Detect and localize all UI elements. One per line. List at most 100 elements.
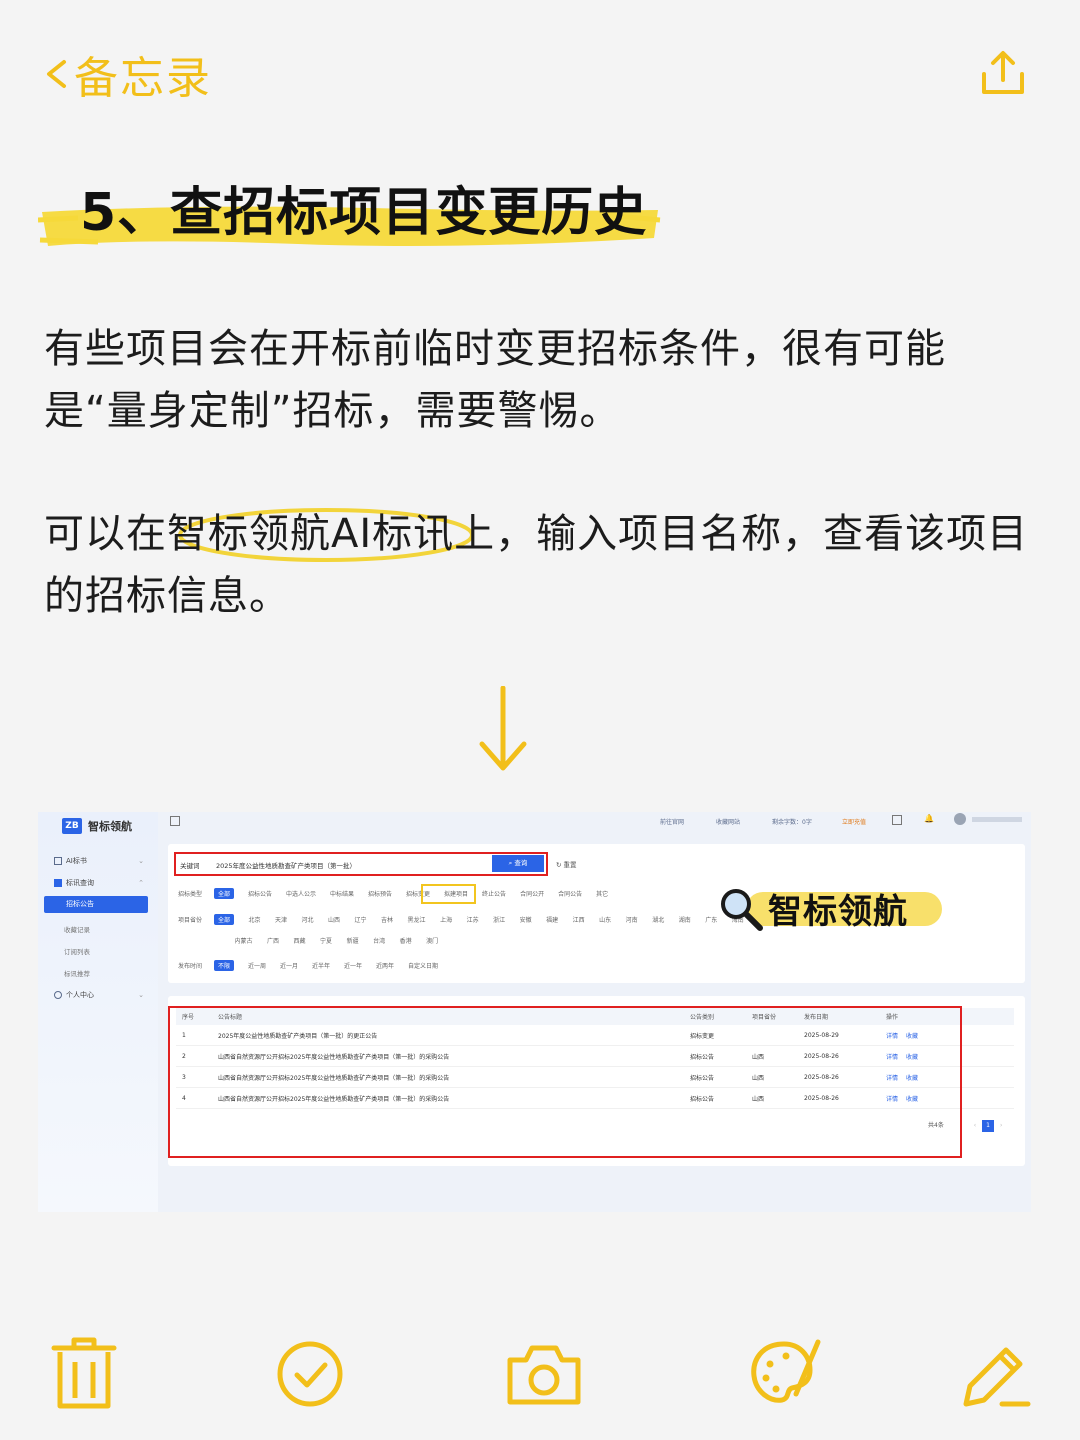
search-highlight-box: 关键词 2025年度公益性地质勘查矿产类项目（第一批） ⌕ 查询 bbox=[174, 852, 548, 876]
app-screenshot: ZB 智标领航 AI标书 ⌄ 标讯查询 ⌃ 招标公告 收藏记录 订阅列表 标讯推荐 … bbox=[38, 812, 1031, 1212]
time-option[interactable]: 不限 bbox=[213, 960, 234, 971]
chevron-left-icon bbox=[47, 60, 66, 88]
province-option[interactable]: 吉林 bbox=[381, 917, 393, 924]
check-circle-icon[interactable] bbox=[272, 1336, 348, 1412]
type-option[interactable]: 中选人公示 bbox=[286, 891, 316, 898]
change-filter-highlight bbox=[421, 884, 476, 904]
main-panel: 前往官网 收藏网站 剩余字数：0字 立即充值 🔔 关键词 2025年度公益性地质… bbox=[158, 812, 1031, 1212]
user-icon bbox=[54, 991, 62, 999]
magnifier-icon bbox=[721, 889, 763, 931]
keyword-label: 关键词 bbox=[180, 862, 200, 870]
time-option[interactable]: 近一月 bbox=[280, 963, 298, 970]
time-option[interactable]: 近两年 bbox=[376, 963, 394, 970]
results-highlight-box bbox=[168, 1006, 962, 1158]
sidebar-sub-recommend[interactable]: 标讯推荐 bbox=[64, 968, 90, 978]
province-option[interactable]: 上海 bbox=[440, 917, 452, 924]
sidebar-item-profile[interactable]: 个人中心 ⌄ bbox=[54, 990, 144, 1000]
back-button[interactable]: 备忘录 bbox=[44, 42, 212, 106]
recharge-link[interactable]: 立即充值 bbox=[842, 817, 866, 826]
palette-icon[interactable] bbox=[746, 1336, 822, 1412]
province-option[interactable]: 湖南 bbox=[679, 917, 691, 924]
brand-text: 智标领航 bbox=[768, 891, 908, 932]
logo-mark: ZB bbox=[62, 818, 82, 834]
arrow-down-icon bbox=[479, 686, 527, 771]
province-option[interactable]: 山西 bbox=[328, 917, 340, 924]
province-option[interactable]: 河北 bbox=[301, 917, 313, 924]
province-option[interactable]: 江苏 bbox=[467, 917, 479, 924]
compose-icon[interactable] bbox=[958, 1336, 1034, 1412]
province-option[interactable]: 辽宁 bbox=[355, 917, 367, 924]
province-option[interactable]: 新疆 bbox=[347, 938, 359, 945]
trash-icon[interactable] bbox=[46, 1336, 122, 1412]
paragraph-2: 可以在智标领航AI标讯上，输入项目名称，查看该项目的招标信息。 bbox=[44, 511, 1029, 619]
province-option[interactable]: 福建 bbox=[546, 917, 558, 924]
province-option[interactable]: 北京 bbox=[248, 917, 260, 924]
time-options: 不限 近一周 近一月 近半年 近一年 近两年 自定义日期 bbox=[204, 960, 438, 971]
type-option[interactable]: 全部 bbox=[213, 888, 234, 899]
type-options: 全部 招标公告 中选人公示 中标结果 招标预告 招标变更 拟建项目 终止公告 合同公开 合同公告其… bbox=[204, 888, 608, 899]
sidebar: ZB 智标领航 AI标书 ⌄ 标讯查询 ⌃ 招标公告 收藏记录 订阅列表 标讯推荐 … bbox=[38, 812, 158, 1212]
province-option[interactable]: 河南 bbox=[626, 917, 638, 924]
bell-icon[interactable]: 🔔 bbox=[924, 814, 934, 823]
province-option[interactable]: 安徽 bbox=[520, 917, 532, 924]
link-bookmark[interactable]: 收藏网站 bbox=[716, 817, 740, 826]
doc-icon bbox=[54, 857, 62, 865]
province-option[interactable]: 广西 bbox=[267, 938, 279, 945]
sidebar-item-ai-doc[interactable]: AI标书 ⌄ bbox=[54, 856, 144, 866]
province-option[interactable]: 山东 bbox=[599, 917, 611, 924]
search-input[interactable]: 2025年度公益性地质勘查矿产类项目（第一批） bbox=[216, 860, 356, 870]
search-button[interactable]: ⌕ 查询 bbox=[492, 855, 544, 872]
type-option[interactable]: 招标公告 bbox=[248, 891, 272, 898]
province-option[interactable]: 香港 bbox=[400, 938, 412, 945]
province-filter-row-2: 内蒙古 广西 西藏 宁夏 新疆 台湾 香港 澳门 bbox=[220, 936, 439, 945]
province-option[interactable]: 湖北 bbox=[652, 917, 664, 924]
province-option[interactable]: 江西 bbox=[573, 917, 585, 924]
chevron-down-icon: ⌄ bbox=[138, 857, 144, 865]
time-option[interactable]: 近一年 bbox=[344, 963, 362, 970]
page-title: 5、查招标项目变更历史 bbox=[80, 183, 648, 243]
heading-block: 5、查招标项目变更历史 bbox=[38, 160, 663, 270]
time-option[interactable]: 近一周 bbox=[248, 963, 266, 970]
sidebar-item-search[interactable]: 标讯查询 ⌃ bbox=[54, 878, 144, 888]
filter-card: 关键词 2025年度公益性地质勘查矿产类项目（第一批） ⌕ 查询 ↻ 重置 招标… bbox=[168, 844, 1025, 983]
camera-icon[interactable] bbox=[506, 1336, 582, 1412]
sidebar-sub-subscriptions[interactable]: 订阅列表 bbox=[64, 946, 90, 956]
paragraph-1: 有些项目会在开标前临时变更招标条件，很有可能是“量身定制”招标，需要警惕。 bbox=[44, 326, 946, 434]
time-filter-row: 发布时间 不限 近一周 近一月 近半年 近一年 近两年 自定义日期 bbox=[178, 960, 438, 971]
province-option[interactable]: 浙江 bbox=[493, 917, 505, 924]
province-option[interactable]: 内蒙古 bbox=[235, 938, 253, 945]
sidebar-sub-favorites[interactable]: 收藏记录 bbox=[64, 924, 90, 934]
link-official-site[interactable]: 前往官网 bbox=[660, 817, 684, 826]
back-label: 备忘录 bbox=[74, 53, 212, 104]
province-option[interactable]: 西藏 bbox=[294, 938, 306, 945]
time-option[interactable]: 自定义日期 bbox=[408, 963, 438, 970]
type-option[interactable]: 中标结果 bbox=[330, 891, 354, 898]
type-option[interactable]: 招标预告 bbox=[368, 891, 392, 898]
time-option[interactable]: 近半年 bbox=[312, 963, 330, 970]
page-1-button[interactable]: 1 bbox=[982, 1120, 995, 1132]
type-option[interactable]: 终止公告 bbox=[482, 891, 506, 898]
province-option[interactable]: 天津 bbox=[275, 917, 287, 924]
chevron-down-icon: ⌄ bbox=[138, 991, 144, 999]
province-option[interactable]: 澳门 bbox=[426, 938, 438, 945]
province-option[interactable]: 全部 bbox=[213, 914, 234, 925]
share-icon[interactable] bbox=[978, 48, 1028, 98]
avatar[interactable] bbox=[954, 813, 966, 825]
sidebar-sub-notice[interactable]: 招标公告 bbox=[44, 896, 148, 913]
prev-page-button[interactable]: ‹ bbox=[974, 1122, 976, 1129]
province-option[interactable]: 黑龙江 bbox=[408, 917, 426, 924]
reset-button[interactable]: ↻ 重置 bbox=[556, 859, 577, 869]
logo-text: 智标领航 bbox=[88, 820, 132, 833]
type-option[interactable]: 合同公开 bbox=[520, 891, 544, 898]
remaining-words: 剩余字数：0字 bbox=[772, 819, 812, 826]
external-link-icon[interactable] bbox=[892, 815, 902, 825]
app-logo: ZB 智标领航 bbox=[62, 818, 132, 834]
province-option[interactable]: 宁夏 bbox=[320, 938, 332, 945]
type-option[interactable]: 其它 bbox=[596, 891, 608, 898]
next-page-button[interactable]: › bbox=[1000, 1122, 1002, 1129]
province-option[interactable]: 台湾 bbox=[373, 938, 385, 945]
list-icon bbox=[54, 879, 62, 887]
brand-overlay: 智标领航 bbox=[716, 886, 942, 932]
type-option[interactable]: 合同公告 bbox=[558, 891, 582, 898]
username-blur bbox=[972, 817, 1022, 822]
